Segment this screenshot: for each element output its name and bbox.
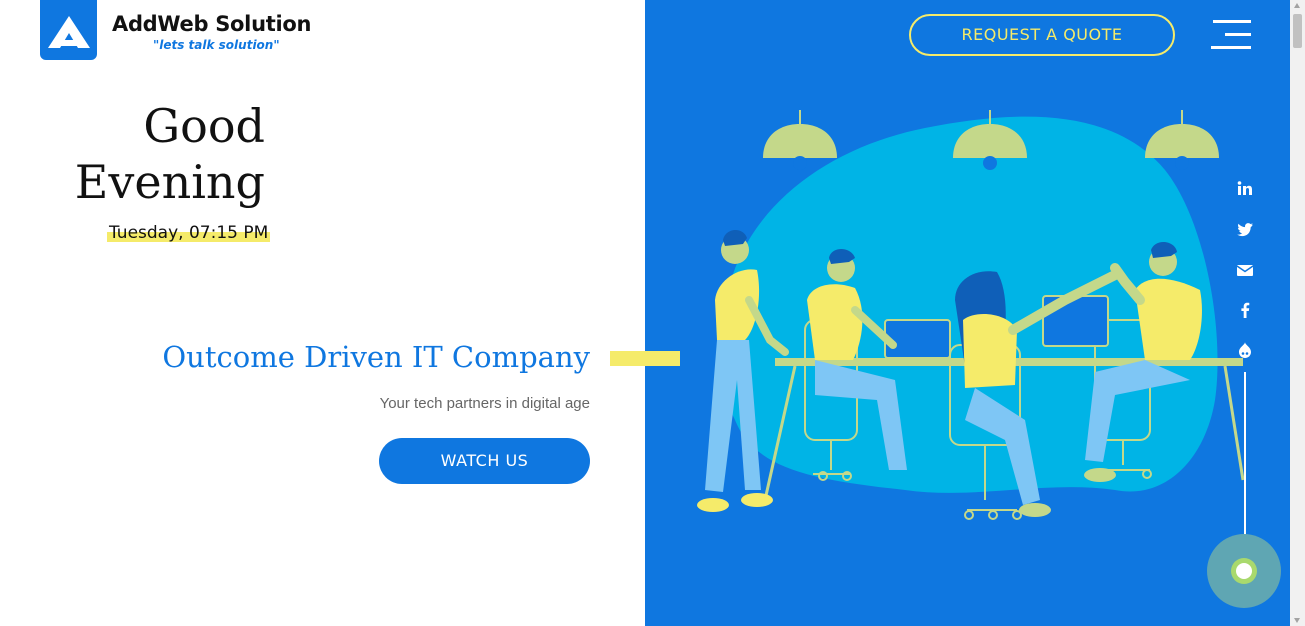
datetime-text: Tuesday, 07:15 PM (109, 223, 269, 243)
brand-tagline: "lets talk solution" (153, 38, 280, 52)
greeting-heading: Good Evening (60, 98, 265, 210)
logo-mark-icon (48, 16, 90, 48)
twitter-icon[interactable] (1233, 217, 1257, 241)
watch-us-button[interactable]: WATCH US (379, 438, 590, 484)
greeting-line-2: Evening (74, 155, 265, 209)
hero-left-panel: AddWeb Solution "lets talk solution" Goo… (0, 0, 645, 626)
scroll-down-icon[interactable] (1294, 618, 1300, 623)
scroll-thumb[interactable] (1293, 14, 1302, 48)
hero-headline: Outcome Driven IT Company (162, 340, 590, 374)
team-illustration (697, 110, 1245, 520)
facebook-icon[interactable] (1233, 298, 1257, 322)
hero-right-panel: REQUEST A QUOTE (645, 0, 1290, 626)
hero-subline: Your tech partners in digital age (379, 395, 590, 412)
chat-fab-button[interactable] (1207, 534, 1281, 608)
greeting-line-1: Good (143, 99, 265, 153)
brand-logo[interactable] (40, 0, 97, 60)
scroll-up-icon[interactable] (1294, 3, 1300, 8)
accent-bar (610, 351, 680, 366)
linkedin-icon[interactable] (1233, 177, 1257, 201)
chat-dot-icon (1231, 558, 1257, 584)
page-scrollbar[interactable] (1290, 0, 1305, 626)
datetime-block: Tuesday, 07:15 PM (107, 223, 270, 243)
brand-name: AddWeb Solution (112, 12, 312, 36)
email-icon[interactable] (1233, 258, 1257, 282)
drupal-icon[interactable] (1233, 338, 1257, 362)
